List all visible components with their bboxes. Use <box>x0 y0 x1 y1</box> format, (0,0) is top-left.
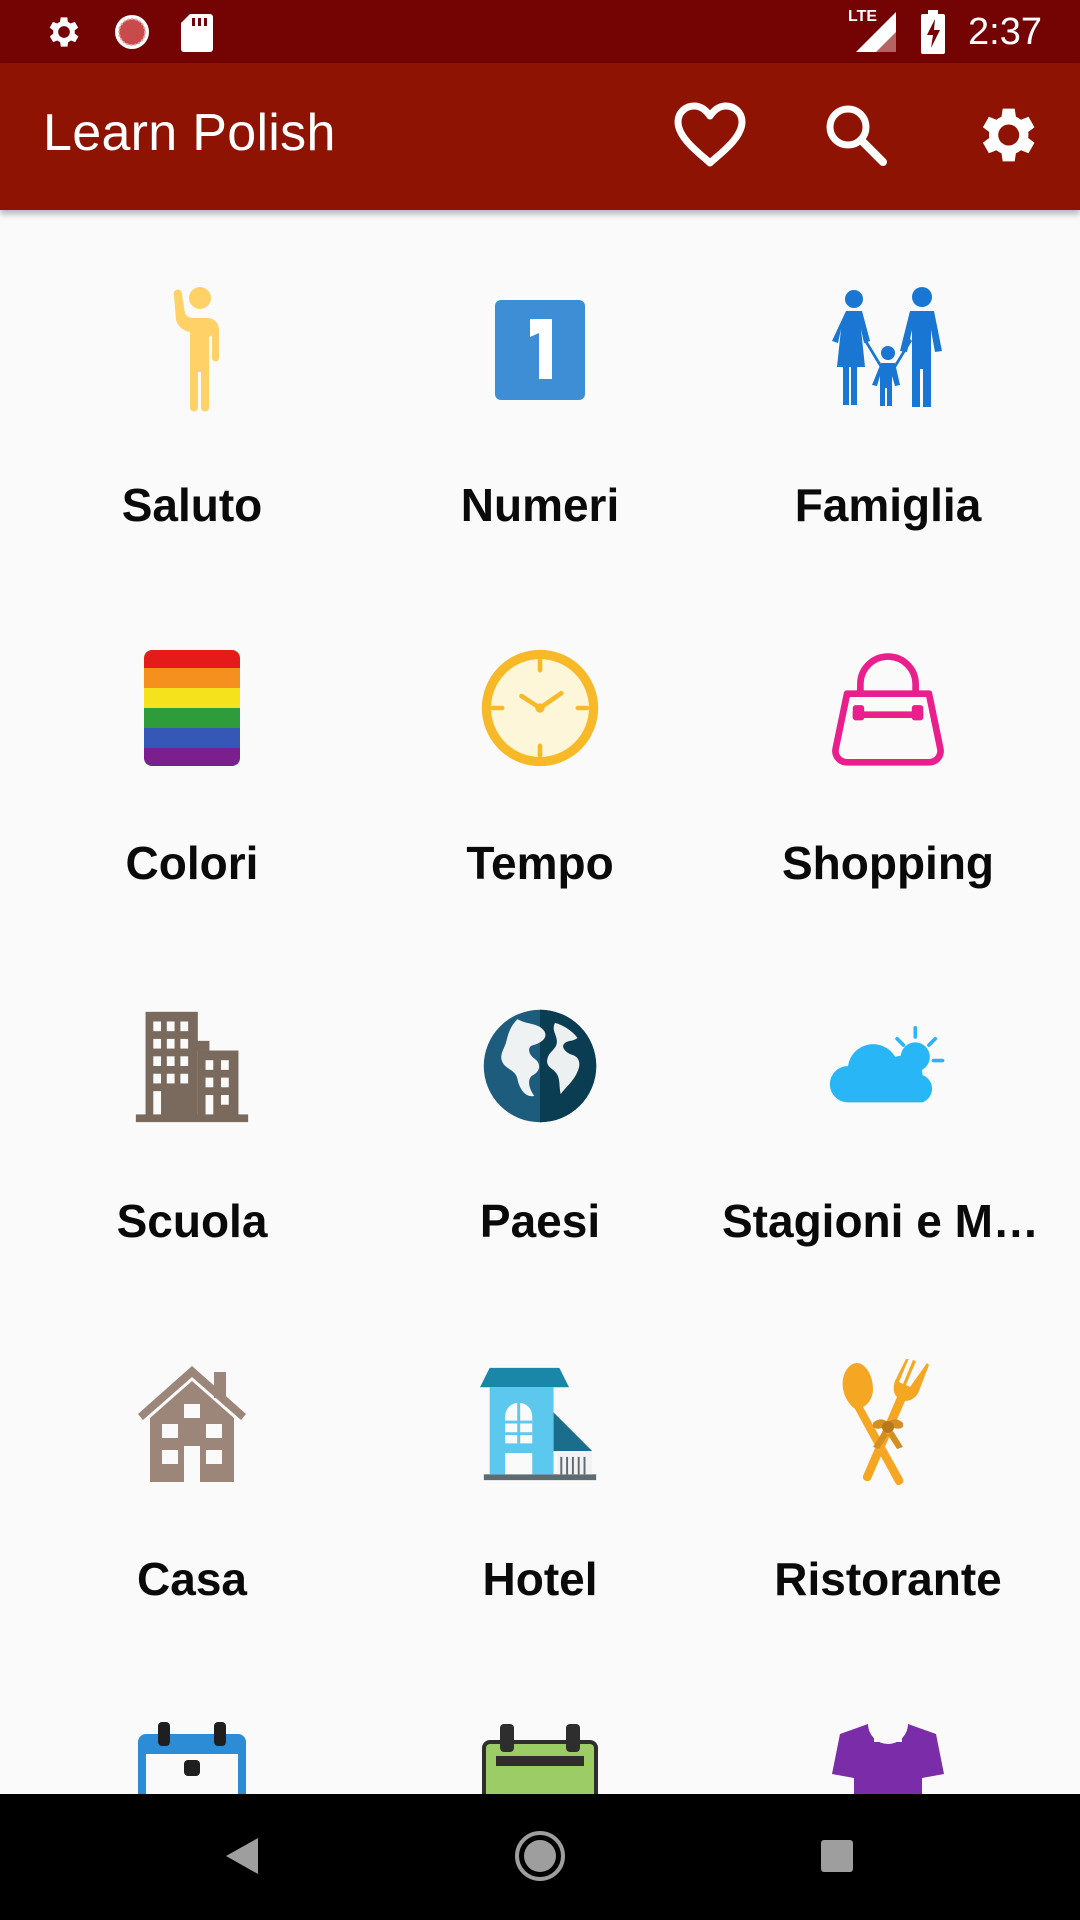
record-notification-icon <box>112 12 152 52</box>
hotel-icon <box>480 1364 600 1484</box>
category-label: Paesi <box>479 1195 601 1247</box>
number-one-icon <box>480 290 600 410</box>
status-time: 2:37 <box>968 10 1042 53</box>
home-button[interactable] <box>500 1818 580 1898</box>
weather-icon <box>828 1006 948 1126</box>
category-label: Famiglia <box>794 479 982 531</box>
category-label: Hotel <box>482 1553 598 1605</box>
category-tile-board[interactable] <box>366 1642 714 1794</box>
search-icon <box>823 102 889 173</box>
board-icon <box>480 1722 600 1794</box>
navigation-bar <box>0 1794 1080 1920</box>
battery-charging-icon <box>920 10 946 54</box>
category-tile-paesi[interactable]: Paesi <box>366 926 714 1284</box>
category-tile-colori[interactable]: Colori <box>18 568 366 926</box>
category-label: Stagioni e Meteo <box>722 1195 1062 1247</box>
settings-notification-icon <box>44 12 84 52</box>
category-tile-tempo[interactable]: Tempo <box>366 568 714 926</box>
status-bar: LTE 2:37 <box>0 0 1080 63</box>
category-tile-shopping[interactable]: Shopping <box>714 568 1062 926</box>
category-label: Casa <box>137 1553 247 1605</box>
category-tile-casa[interactable]: Casa <box>18 1284 366 1642</box>
category-label: Colori <box>125 837 259 889</box>
favorites-button[interactable] <box>666 93 754 181</box>
category-tile-scuola[interactable]: Scuola <box>18 926 366 1284</box>
clock-icon <box>480 648 600 768</box>
clothing-icon <box>828 1722 948 1794</box>
search-button[interactable] <box>812 93 900 181</box>
category-tile-numeri[interactable]: Numeri <box>366 210 714 568</box>
settings-button[interactable] <box>962 93 1050 181</box>
category-tile-ristorante[interactable]: Ristorante <box>714 1284 1062 1642</box>
heart-icon <box>673 101 747 174</box>
category-label: Scuola <box>116 1195 268 1247</box>
recents-icon <box>817 1836 857 1881</box>
cutlery-icon <box>828 1359 948 1486</box>
network-type-label: LTE <box>848 8 878 25</box>
category-label: Ristorante <box>774 1553 1002 1605</box>
back-button[interactable] <box>202 1818 282 1898</box>
back-icon <box>220 1834 264 1883</box>
signal-icon: LTE <box>848 8 898 54</box>
shopping-bag-icon <box>828 648 948 768</box>
category-tile-saluto[interactable]: Saluto <box>18 210 366 568</box>
category-label: Tempo <box>466 837 614 889</box>
notification-icons <box>44 8 214 56</box>
app-title: Learn Polish <box>43 104 336 162</box>
category-tile-clothing[interactable] <box>714 1642 1062 1794</box>
category-tile-calendar[interactable] <box>18 1642 366 1794</box>
settings-icon <box>970 99 1042 176</box>
home-icon <box>514 1830 566 1887</box>
category-tile-stagioni-e-meteo[interactable]: Stagioni e Meteo <box>714 926 1062 1284</box>
category-tile-hotel[interactable]: Hotel <box>366 1284 714 1642</box>
buildings-icon <box>132 1006 252 1126</box>
waving-person-icon <box>132 287 252 412</box>
app-bar: Learn Polish <box>0 63 1080 210</box>
calendar-icon <box>132 1722 252 1794</box>
system-status-icons: LTE 2:37 <box>848 8 1042 56</box>
category-label: Saluto <box>121 479 263 531</box>
category-tile-famiglia[interactable]: Famiglia <box>714 210 1062 568</box>
recents-button[interactable] <box>797 1818 877 1898</box>
sd-card-icon <box>180 12 214 52</box>
category-grid: Saluto Numeri Famiglia Colori Tempo Shop… <box>0 210 1080 1794</box>
house-icon <box>132 1364 252 1484</box>
family-icon <box>828 287 948 410</box>
category-label: Numeri <box>460 479 620 531</box>
globe-icon <box>480 1006 600 1126</box>
category-label: Shopping <box>781 837 995 889</box>
color-palette-icon <box>132 648 252 768</box>
